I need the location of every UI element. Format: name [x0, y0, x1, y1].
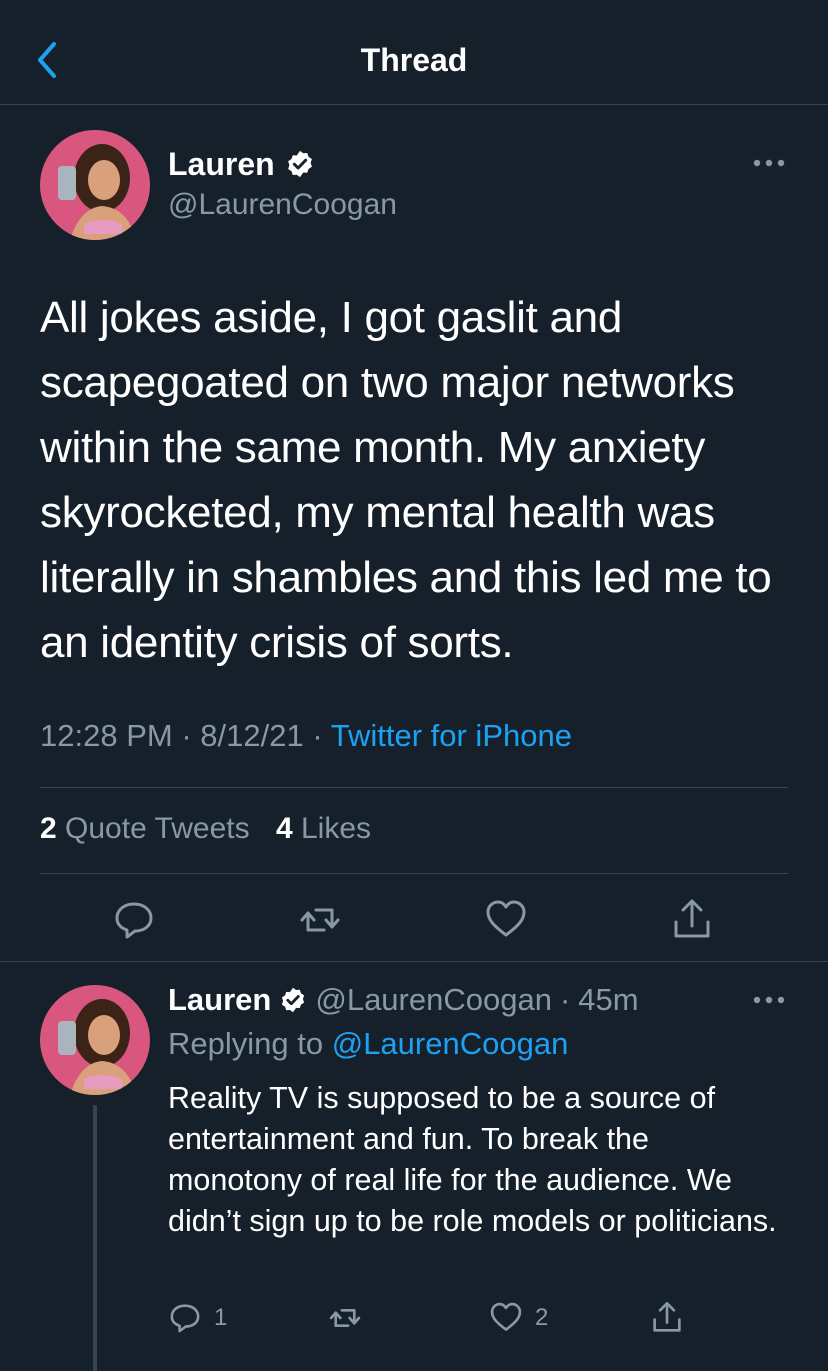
thread-connector-line [93, 1105, 97, 1371]
replying-to-line: Replying to @LaurenCoogan [168, 1026, 568, 1062]
author-handle[interactable]: @LaurenCoogan [168, 185, 397, 225]
replying-prefix: Replying to [168, 1026, 324, 1061]
meta-separator: · [312, 718, 323, 753]
reply-icon [115, 902, 153, 939]
tweet-meta: 12:28 PM · 8/12/21 · Twitter for iPhone [40, 718, 572, 754]
like-button[interactable]: 2 [489, 1298, 548, 1338]
reply-author-handle[interactable]: @LaurenCoogan [315, 980, 552, 1020]
tweet-time: 12:28 PM [40, 718, 173, 753]
meta-separator: · [559, 982, 571, 1017]
heart-icon [486, 900, 526, 937]
tweet-stats: 2 Quote Tweets 4 Likes [40, 812, 371, 846]
verified-badge-icon [287, 150, 312, 178]
like-count: 2 [535, 1304, 549, 1331]
reply-count: 1 [214, 1304, 228, 1331]
reply-button[interactable]: 1 [168, 1298, 227, 1338]
reply-text: Reality TV is supposed to be a source of… [168, 1081, 777, 1238]
quote-tweets-stat[interactable]: 2 Quote Tweets [40, 812, 250, 845]
reply-icon [170, 1304, 200, 1333]
author-name-row[interactable]: Lauren [168, 143, 397, 185]
share-button[interactable] [650, 1298, 684, 1338]
reply-author-name[interactable]: Lauren [168, 980, 271, 1020]
tweet-text: All jokes aside, I got gaslit and scapeg… [40, 293, 772, 667]
reply-age: 45m [578, 982, 639, 1017]
divider [40, 787, 788, 788]
meta-separator: · [181, 718, 192, 753]
retweet-icon [329, 1308, 361, 1328]
author-name[interactable]: Lauren [168, 143, 275, 185]
share-button[interactable] [670, 898, 714, 942]
retweet-button[interactable] [328, 1298, 362, 1338]
divider [0, 961, 828, 962]
like-button[interactable] [484, 898, 528, 942]
nav-header: Thread [0, 0, 828, 105]
verified-badge-icon [282, 987, 305, 1013]
main-tweet-header: Lauren @LaurenCoogan [168, 143, 397, 225]
divider [40, 873, 788, 874]
share-icon [653, 1302, 681, 1332]
reply-button[interactable] [112, 898, 156, 942]
likes-stat[interactable]: 4 Likes [276, 812, 371, 845]
avatar[interactable] [40, 130, 150, 240]
avatar-image [40, 985, 150, 1095]
more-options-icon[interactable] [752, 995, 786, 1005]
heart-icon [490, 1302, 522, 1331]
reply-header: Lauren @LaurenCoogan · 45m [168, 980, 639, 1020]
reply-avatar[interactable] [40, 985, 150, 1095]
retweet-icon [300, 908, 340, 932]
replying-to-handle-link[interactable]: @LaurenCoogan [332, 1026, 569, 1061]
share-icon [674, 899, 710, 938]
retweet-button[interactable] [298, 898, 342, 942]
page-title: Thread [360, 42, 468, 78]
avatar-image [40, 130, 150, 240]
more-options-icon[interactable] [752, 158, 786, 168]
tweet-date: 8/12/21 [200, 718, 304, 753]
tweet-source-link[interactable]: Twitter for iPhone [331, 718, 572, 753]
